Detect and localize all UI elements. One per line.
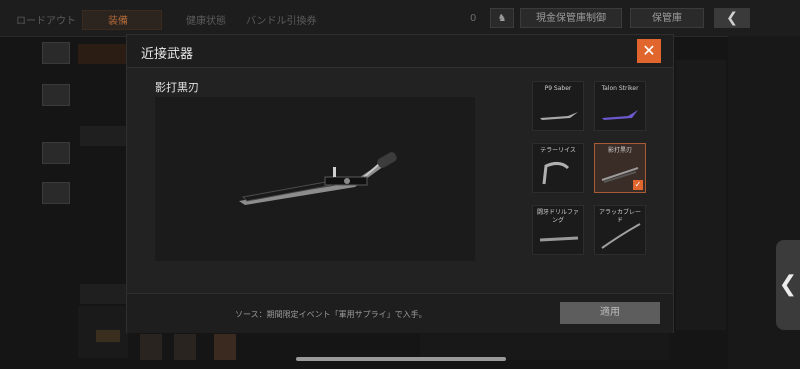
sickle-icon bbox=[542, 161, 570, 185]
modal-title: 近接武器 bbox=[141, 47, 194, 62]
weapon-preview bbox=[155, 97, 475, 261]
weapon-tile[interactable]: アラッカブレード bbox=[594, 205, 646, 255]
weapon-tile-label: Talon Striker bbox=[601, 85, 639, 92]
tab-bundle-voucher[interactable]: バンドル引換券 bbox=[246, 12, 317, 27]
stash-button[interactable]: 保管庫 bbox=[630, 8, 704, 28]
selected-check-icon: ✓ bbox=[633, 180, 643, 190]
side-panel-toggle-icon[interactable]: ❮ bbox=[776, 240, 800, 330]
tab-equipment[interactable]: 装備 bbox=[108, 12, 128, 27]
character-icon[interactable]: ♞ bbox=[490, 8, 514, 28]
selected-weapon-name: 影打黒刃 bbox=[155, 81, 199, 94]
home-indicator bbox=[296, 357, 506, 361]
weapon-tile-label: 影打黒刃 bbox=[607, 147, 632, 154]
katana-preview-image bbox=[239, 152, 397, 205]
weapon-tile[interactable]: テラーリイス bbox=[532, 143, 584, 193]
melee-weapon-modal: 近接武器 ✕ 影打黒刃 P9 Saber Talon Striker テラーリイ… bbox=[126, 34, 674, 333]
blade-icon bbox=[540, 112, 578, 120]
drill-blade-icon bbox=[539, 236, 579, 242]
currency-count: 0 bbox=[470, 13, 477, 24]
modal-header: 近接武器 ✕ bbox=[127, 35, 673, 68]
back-arrow-icon[interactable]: ❮ bbox=[714, 8, 750, 28]
cash-stash-button[interactable]: 現金保管庫制御 bbox=[520, 8, 622, 28]
rail-icon-3[interactable] bbox=[42, 142, 70, 164]
top-bar: ロードアウト 装備 健康状態 バンドル引換券 0 ♞ 現金保管庫制御 保管庫 ❮ bbox=[0, 0, 800, 37]
blade-icon bbox=[602, 110, 638, 120]
rail-icon-4[interactable] bbox=[42, 182, 70, 204]
apply-button[interactable]: 適用 bbox=[560, 302, 660, 324]
weapon-tile[interactable]: P9 Saber bbox=[532, 81, 584, 131]
weapon-tile-selected[interactable]: 影打黒刃 ✓ bbox=[594, 143, 646, 193]
weapon-tile[interactable]: 闘牙ドリルファング bbox=[532, 205, 584, 255]
source-text: ソース：期間限定イベント「軍用サプライ」で入手。 bbox=[235, 310, 427, 319]
long-blade-icon bbox=[601, 223, 641, 249]
rail-icon-2[interactable] bbox=[42, 84, 70, 106]
weapon-tile[interactable]: Talon Striker bbox=[594, 81, 646, 131]
rail-icon-1[interactable] bbox=[42, 42, 70, 64]
weapon-tile-label: テラーリイス bbox=[540, 147, 576, 154]
close-x-icon[interactable]: ✕ bbox=[637, 39, 661, 63]
tab-health[interactable]: 健康状態 bbox=[186, 12, 226, 27]
tab-loadout[interactable]: ロードアウト bbox=[16, 12, 76, 27]
weapon-tile-label: P9 Saber bbox=[544, 85, 572, 92]
